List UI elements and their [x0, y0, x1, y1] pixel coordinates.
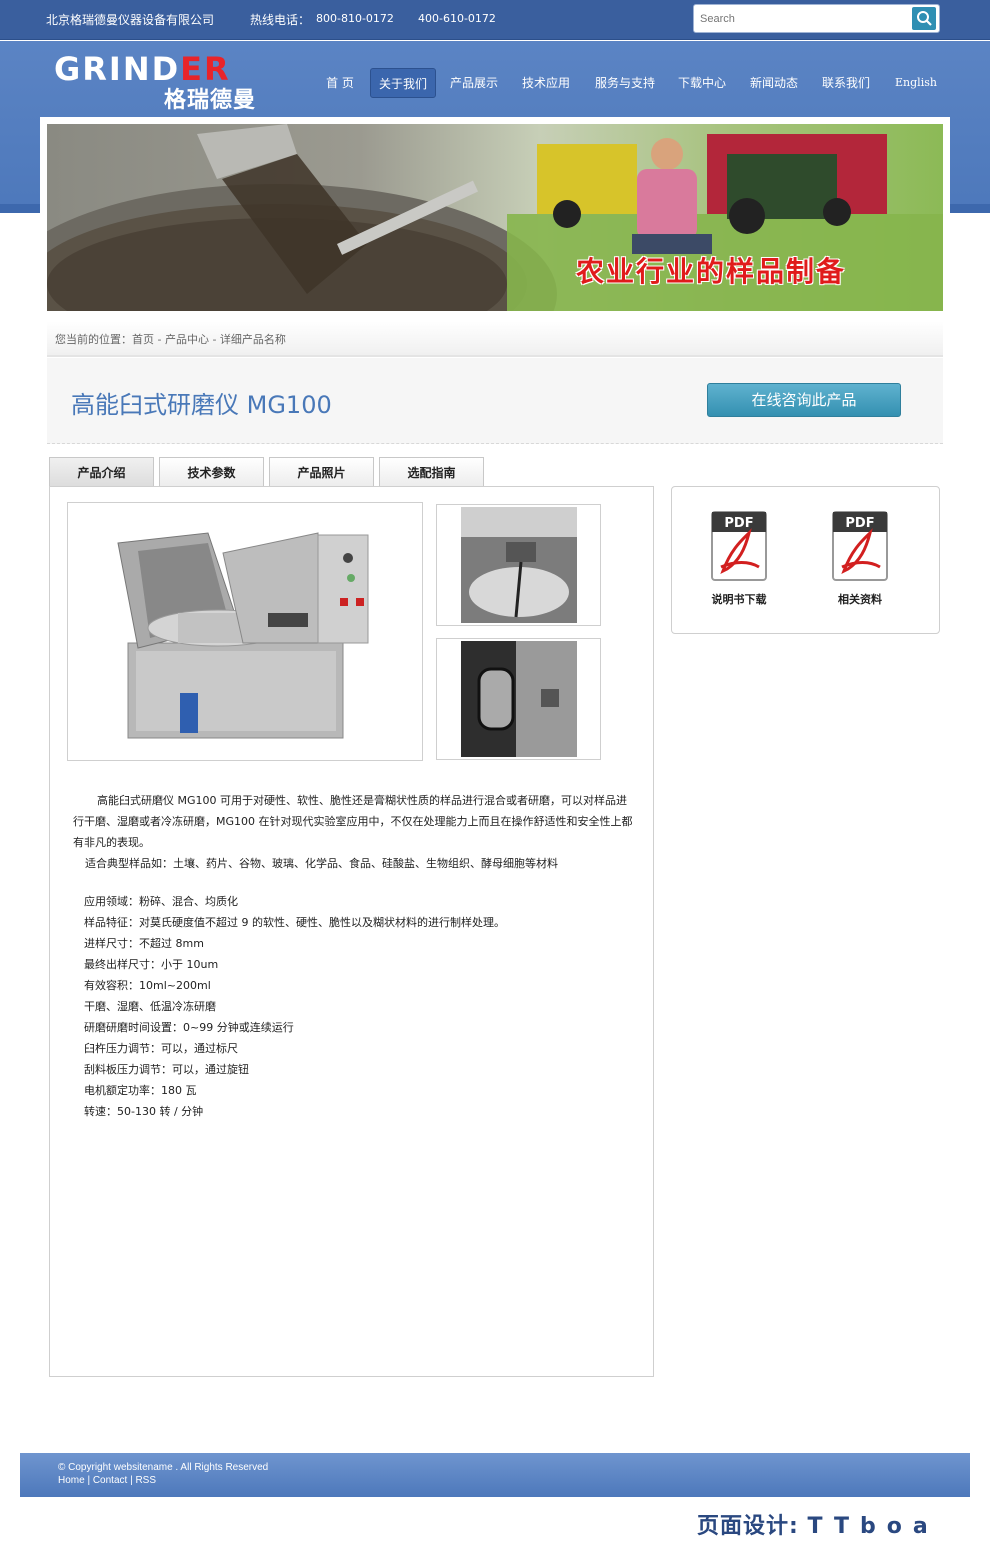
breadcrumb: 您当前的位置：首页 - 产品中心 - 详细产品名称 — [55, 333, 286, 346]
download-related-label: 相关资料 — [838, 593, 882, 606]
spec-item: 电机额定功率：180 瓦 — [84, 1084, 197, 1097]
spec-item: 进样尺寸：不超过 8mm — [84, 937, 204, 950]
product-thumbnail-2[interactable] — [436, 638, 601, 760]
logo-main-text: GRIND — [54, 50, 181, 88]
search-icon — [917, 11, 932, 26]
nav-item-service[interactable]: 服务与支持 — [590, 68, 660, 98]
logo-chinese-name: 格瑞德曼 — [164, 88, 257, 113]
tab-options[interactable]: 选配指南 — [379, 457, 484, 487]
spec-item: 样品特征：对莫氏硬度值不超过 9 的软性、硬性、脆性以及糊状材料的进行制样处理。 — [84, 916, 505, 929]
footer: © Copyright websitename . All Rights Res… — [20, 1453, 970, 1497]
designer-credit: 页面设计: TTboa — [697, 1508, 939, 1540]
nav-item-contact[interactable]: 联系我们 — [816, 68, 876, 98]
nav-item-news[interactable]: 新闻动态 — [744, 68, 804, 98]
banner-caption: 农业行业的样品制备 — [576, 255, 847, 288]
download-manual-label: 说明书下载 — [711, 593, 767, 606]
search-box — [693, 4, 940, 33]
spec-item: 最终出样尺寸：小于 10um — [84, 958, 219, 971]
product-title-bar: 高能臼式研磨仪 MG100 在线咨询此产品 — [47, 358, 943, 444]
footer-copyright: © Copyright websitename . All Rights Res… — [58, 1462, 269, 1473]
designer-label: 页面设计: — [697, 1514, 799, 1539]
pdf-icon: PDF — [830, 509, 890, 583]
designer-name: TTboa — [807, 1514, 939, 1539]
spec-item: 臼杵压力调节：可以，通过标尺 — [84, 1042, 238, 1055]
thumbnail-image-2 — [461, 641, 577, 757]
pdf-icon: PDF — [709, 509, 769, 583]
breadcrumb-bar: 您当前的位置：首页 - 产品中心 - 详细产品名称 — [47, 321, 943, 357]
downloads-box: PDF 说明书下载 PDF 相关资料 — [671, 486, 940, 634]
product-main-photo[interactable] — [67, 502, 423, 761]
spec-item: 转速：50-130 转 / 分钟 — [84, 1105, 204, 1118]
spec-item: 有效容积：10ml~200ml — [84, 979, 211, 992]
spec-item: 应用领域：粉碎、混合、均质化 — [84, 895, 238, 908]
download-manual[interactable]: PDF 说明书下载 — [699, 509, 779, 607]
description-paragraph-1: 高能臼式研磨仪 MG100 可用于对硬性、软性、脆性还是膏糊状性质的样品进行混合… — [73, 794, 633, 849]
spec-item: 研磨研磨时间设置：0~99 分钟或连续运行 — [84, 1021, 294, 1034]
online-consult-button[interactable]: 在线咨询此产品 — [707, 383, 901, 417]
product-description: 高能臼式研磨仪 MG100 可用于对硬性、软性、脆性还是膏糊状性质的样品进行混合… — [73, 790, 633, 874]
description-paragraph-2: 适合典型样品如：土壤、药片、谷物、玻璃、化学品、食品、硅酸盐、生物组织、酵母细胞… — [85, 857, 558, 870]
hotline-label: 热线电话： — [250, 13, 311, 27]
nav-item-technology[interactable]: 技术应用 — [516, 68, 576, 98]
tab-photos[interactable]: 产品照片 — [269, 457, 374, 487]
thumbnail-image-1 — [461, 507, 577, 623]
footer-links[interactable]: Home | Contact | RSS — [58, 1475, 156, 1486]
company-name: 北京格瑞德曼仪器设备有限公司 — [46, 13, 215, 27]
hotline-number-1: 800-810-0172 — [316, 12, 394, 25]
product-title: 高能臼式研磨仪 MG100 — [71, 391, 332, 419]
spec-item: 刮料板压力调节：可以，通过旋钮 — [84, 1063, 249, 1076]
svg-text:PDF: PDF — [845, 516, 874, 531]
spec-list: 应用领域：粉碎、混合、均质化 样品特征：对莫氏硬度值不超过 9 的软性、硬性、脆… — [84, 891, 505, 1122]
spec-item: 干磨、湿磨、低温冷冻研磨 — [84, 1000, 216, 1013]
nav-item-download[interactable]: 下载中心 — [672, 68, 732, 98]
svg-text:PDF: PDF — [724, 516, 753, 531]
grinder-window-image — [461, 641, 577, 757]
nav-item-products[interactable]: 产品展示 — [444, 68, 504, 98]
download-related[interactable]: PDF 相关资料 — [820, 509, 900, 607]
nav-item-home[interactable]: 首 页 — [312, 68, 368, 98]
grinder-interior-image — [461, 507, 577, 623]
tab-specifications[interactable]: 技术参数 — [159, 457, 264, 487]
hotline-number-2: 400-610-0172 — [418, 12, 496, 25]
search-button[interactable] — [912, 7, 936, 30]
nav-item-english[interactable]: English — [888, 68, 944, 98]
top-bar: 北京格瑞德曼仪器设备有限公司 热线电话： 800-810-0172 400-61… — [0, 0, 990, 40]
grinder-machine-image — [117, 532, 369, 739]
nav-item-about[interactable]: 关于我们 — [370, 68, 436, 98]
product-thumbnail-1[interactable] — [436, 504, 601, 626]
tab-introduction[interactable]: 产品介绍 — [49, 457, 154, 487]
search-input[interactable] — [700, 11, 900, 27]
